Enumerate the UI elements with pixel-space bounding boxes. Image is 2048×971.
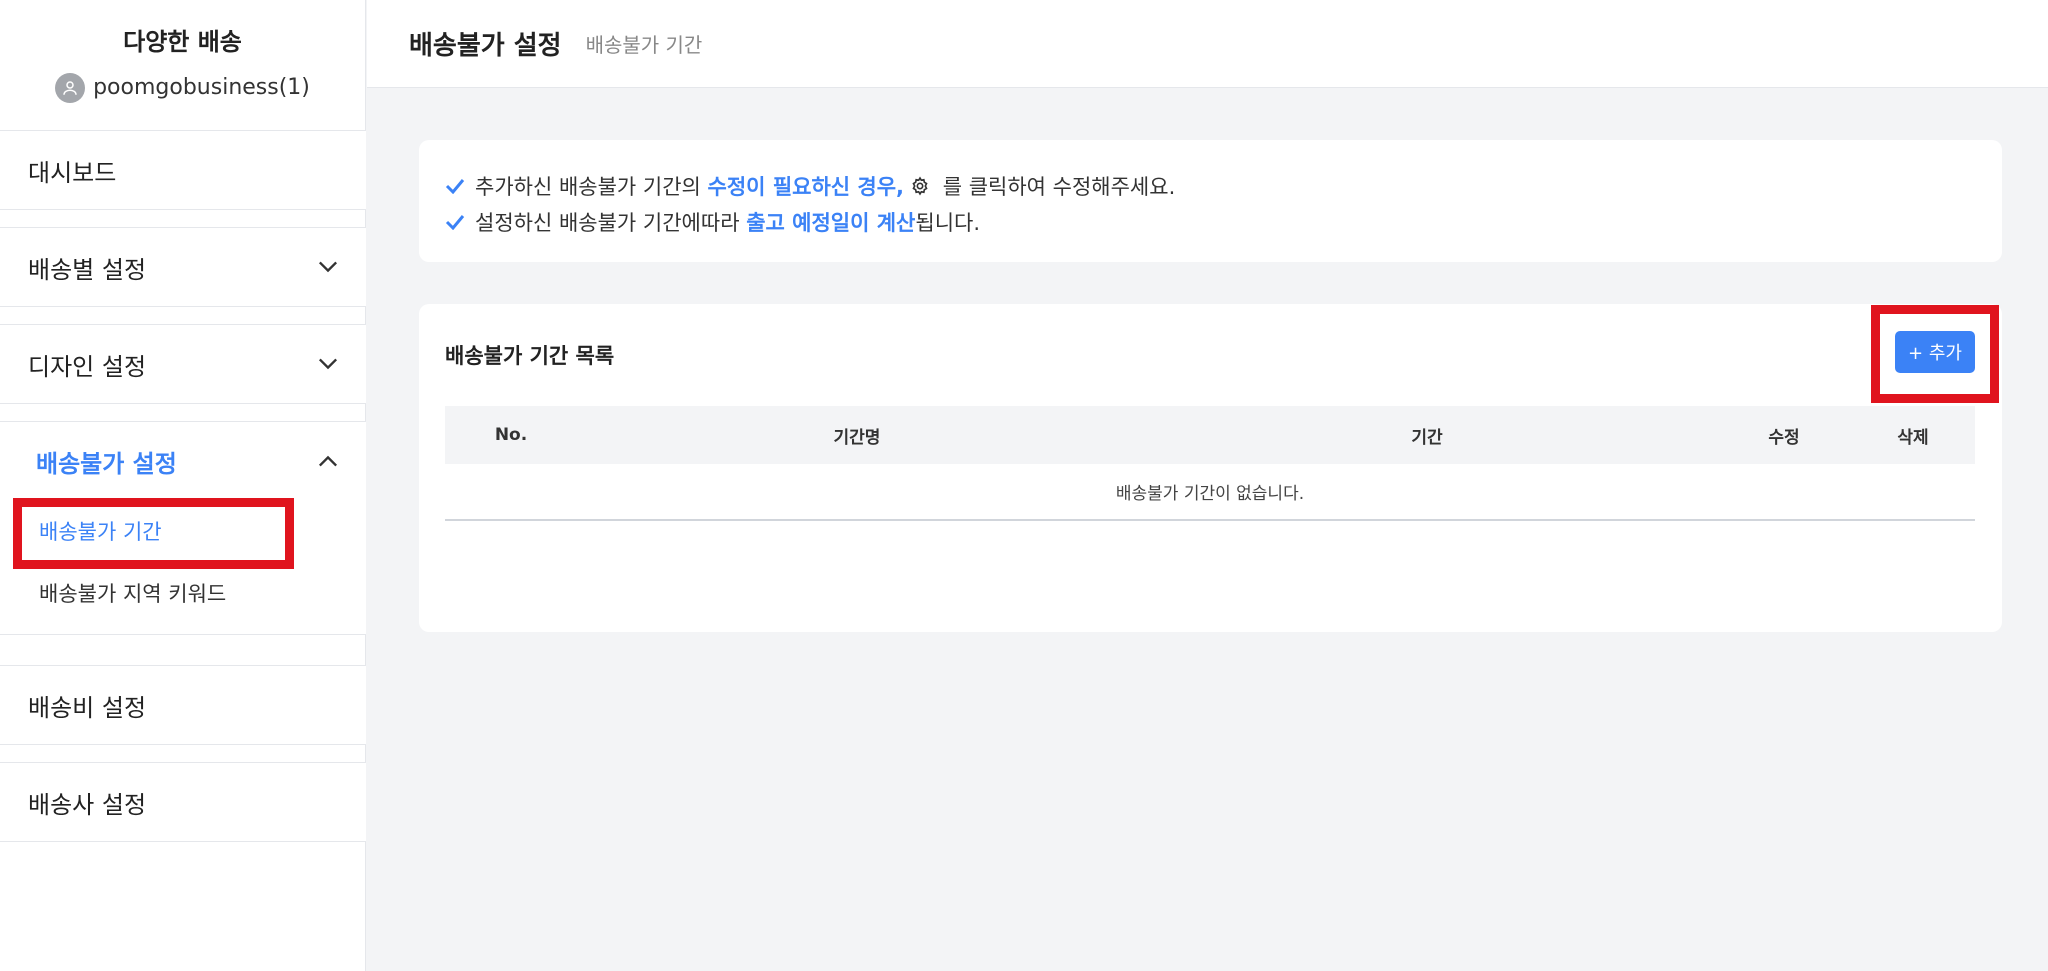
page-header: 배송불가 설정 배송불가 기간: [367, 0, 2048, 88]
notice-text: 를 클릭하여 수정해주세요.: [936, 175, 1176, 199]
notice-text: 설정하신 배송불가 기간에따라: [475, 211, 747, 235]
sidebar: 다양한 배송 poomgobusiness(1) 대시보드 배송별 설정 디자인…: [0, 0, 366, 971]
sidebar-item-design-settings[interactable]: 디자인 설정: [0, 325, 366, 403]
check-icon: [445, 214, 465, 230]
chevron-down-icon: [318, 257, 338, 277]
notice-card: 추가하신 배송불가 기간의 수정이 필요하신 경우, 를 클릭하여 수정해주세요…: [419, 140, 2002, 262]
menu-group-shipping-fee: 배송비 설정: [0, 665, 366, 745]
notice-line: 설정하신 배송불가 기간에따라 출고 예정일이 계산 됩니다.: [445, 204, 1976, 240]
menu-group-undeliverable: 배송불가 설정 배송불가 기간 배송불가 지역 키워드: [0, 421, 366, 635]
submenu-item-undeliverable-keyword[interactable]: 배송불가 지역 키워드: [0, 562, 366, 624]
column-header-edit: 수정: [1768, 427, 1800, 448]
notice-emphasis: 수정이 필요하신 경우,: [707, 175, 905, 199]
check-icon: [445, 178, 465, 194]
empty-message: 배송불가 기간이 없습니다.: [445, 464, 1975, 521]
menu-group-dashboard: 대시보드: [0, 130, 366, 210]
page-subtitle: 배송불가 기간: [585, 33, 703, 57]
menu-group-design: 디자인 설정: [0, 324, 366, 404]
page-title: 배송불가 설정: [409, 31, 562, 61]
notice-emphasis: 출고 예정일이 계산: [746, 211, 916, 235]
submenu-undeliverable: 배송불가 기간 배송불가 지역 키워드: [0, 500, 366, 634]
notice-line: 추가하신 배송불가 기간의 수정이 필요하신 경우, 를 클릭하여 수정해주세요…: [445, 168, 1976, 204]
sidebar-item-label: 배송불가 설정: [36, 449, 177, 478]
column-header-period: 기간: [1411, 427, 1443, 448]
column-header-name: 기간명: [833, 427, 881, 448]
sidebar-item-label: 디자인 설정: [28, 352, 147, 381]
sidebar-item-label: 배송사 설정: [28, 790, 147, 819]
notice-text: 추가하신 배송불가 기간의: [475, 175, 708, 199]
sidebar-item-carrier-settings[interactable]: 배송사 설정: [0, 763, 366, 841]
column-header-delete: 삭제: [1897, 427, 1929, 448]
notice-text: 됩니다.: [915, 211, 981, 235]
add-button[interactable]: + 추가: [1895, 331, 1975, 373]
menu-group-carrier: 배송사 설정: [0, 762, 366, 842]
username: poomgobusiness(1): [93, 75, 310, 100]
menu-group-shipping: 배송별 설정: [0, 227, 366, 307]
gear-icon: [910, 176, 930, 196]
sidebar-item-label: 배송별 설정: [28, 255, 147, 284]
submenu-item-undeliverable-period[interactable]: 배송불가 기간: [0, 500, 366, 562]
sidebar-item-label: 배송비 설정: [28, 693, 147, 722]
table-header: No. 기간명 기간 수정 삭제: [445, 406, 1975, 464]
user-icon: [55, 72, 86, 103]
sidebar-item-label: 대시보드: [28, 158, 117, 187]
period-list-card: 배송불가 기간 목록 + 추가 No. 기간명 기간 수정 삭제 배송불가 기간…: [419, 304, 2002, 632]
list-title: 배송불가 기간 목록: [445, 344, 615, 368]
column-header-no: No.: [494, 425, 528, 445]
chevron-down-icon: [318, 354, 338, 374]
chevron-up-icon: [318, 451, 338, 471]
user-info: poomgobusiness(1): [55, 72, 310, 103]
brand-title: 다양한 배송: [123, 27, 242, 56]
brand-header: 다양한 배송 poomgobusiness(1): [0, 0, 365, 131]
sidebar-item-undeliverable-settings[interactable]: 배송불가 설정: [0, 422, 366, 500]
sidebar-item-dashboard[interactable]: 대시보드: [0, 131, 366, 209]
period-table: No. 기간명 기간 수정 삭제 배송불가 기간이 없습니다.: [445, 406, 1975, 521]
sidebar-item-shipping-settings[interactable]: 배송별 설정: [0, 228, 366, 306]
sidebar-item-shipping-fee-settings[interactable]: 배송비 설정: [0, 666, 366, 744]
